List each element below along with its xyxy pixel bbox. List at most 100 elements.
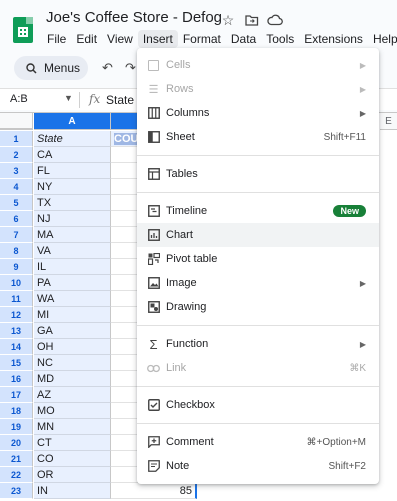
cell-state[interactable]: WA	[34, 291, 111, 307]
row-number[interactable]: 5	[0, 195, 33, 211]
cell-state[interactable]: FL	[34, 163, 111, 179]
row-number[interactable]: 22	[0, 467, 33, 483]
row-number[interactable]: 18	[0, 403, 33, 419]
cell-state[interactable]: OR	[34, 467, 111, 483]
cell-state[interactable]: GA	[34, 323, 111, 339]
menu-help[interactable]: Help	[368, 30, 397, 48]
row-number[interactable]: 6	[0, 211, 33, 227]
column-header-a[interactable]: A	[34, 113, 111, 130]
move-folder-icon[interactable]	[244, 12, 260, 28]
menu-item-timeline[interactable]: Timeline New	[137, 199, 379, 223]
star-icon[interactable]: ☆	[220, 12, 236, 28]
cell-state[interactable]: AZ	[34, 387, 111, 403]
menu-item-pivot-table[interactable]: Pivot table	[137, 247, 379, 271]
menu-item-image[interactable]: Image ▶	[137, 271, 379, 295]
cell-state[interactable]: VA	[34, 243, 111, 259]
cell-state[interactable]: MA	[34, 227, 111, 243]
shortcut-label: Shift+F2	[328, 460, 366, 472]
menu-item-label: Link	[166, 362, 187, 374]
menu-item-note[interactable]: Note Shift+F2	[137, 454, 379, 478]
row-number[interactable]: 14	[0, 339, 33, 355]
cell-count[interactable]: 85	[111, 483, 197, 499]
menu-bar: File Edit View Insert Format Data Tools …	[42, 30, 397, 48]
menus-search-label: Menus	[44, 61, 81, 75]
menu-item-drawing[interactable]: Drawing	[137, 295, 379, 319]
menu-file[interactable]: File	[42, 30, 71, 48]
menu-item-columns[interactable]: Columns ▶	[137, 101, 379, 125]
menu-item-label: Tables	[166, 168, 198, 180]
cell-state[interactable]: NJ	[34, 211, 111, 227]
search-icon	[26, 62, 37, 74]
menu-item-link[interactable]: Link ⌘K	[137, 356, 379, 380]
cell-state[interactable]: NC	[34, 355, 111, 371]
menu-item-label: Function	[166, 338, 209, 350]
redo-icon[interactable]: ↷	[125, 60, 136, 76]
cell-state[interactable]: CT	[34, 435, 111, 451]
columns-icon	[147, 107, 160, 120]
select-all-corner[interactable]	[0, 113, 33, 130]
row-number[interactable]: 1	[0, 131, 33, 147]
cell-state[interactable]: NY	[34, 179, 111, 195]
row-number[interactable]: 7	[0, 227, 33, 243]
menu-divider	[137, 325, 379, 326]
row-number[interactable]: 23	[0, 483, 33, 499]
cell-state[interactable]: OH	[34, 339, 111, 355]
menu-item-comment[interactable]: Comment ⌘+Option+M	[137, 430, 379, 454]
cell-state[interactable]: PA	[34, 275, 111, 291]
menu-item-chart[interactable]: Chart	[137, 223, 379, 247]
menu-item-checkbox[interactable]: Checkbox	[137, 393, 379, 417]
cell-state[interactable]: CO	[34, 451, 111, 467]
row-number[interactable]: 11	[0, 291, 33, 307]
menu-data[interactable]: Data	[226, 30, 261, 48]
column-header-e[interactable]: E	[380, 113, 397, 130]
row-number[interactable]: 19	[0, 419, 33, 435]
undo-icon[interactable]: ↶	[102, 60, 113, 76]
formula-input[interactable]: State	[106, 93, 134, 107]
row-number[interactable]: 10	[0, 275, 33, 291]
menu-insert[interactable]: Insert	[137, 30, 178, 48]
row-number[interactable]: 15	[0, 355, 33, 371]
cell-state[interactable]: CA	[34, 147, 111, 163]
row-number[interactable]: 20	[0, 435, 33, 451]
row-number[interactable]: 16	[0, 371, 33, 387]
menu-tools[interactable]: Tools	[261, 30, 299, 48]
row-number[interactable]: 17	[0, 387, 33, 403]
row-number[interactable]: 13	[0, 323, 33, 339]
menu-format[interactable]: Format	[178, 30, 226, 48]
menu-item-rows[interactable]: ☰ Rows ▶	[137, 77, 379, 101]
menu-item-label: Cells	[166, 59, 191, 71]
menu-item-tables[interactable]: Tables	[137, 162, 379, 186]
cell-state[interactable]: IN	[34, 483, 111, 499]
menu-item-label: Timeline	[166, 205, 208, 217]
cell-state[interactable]: State	[34, 131, 111, 147]
row-number[interactable]: 9	[0, 259, 33, 275]
menu-item-sheet[interactable]: Sheet Shift+F11	[137, 125, 379, 149]
menu-extensions[interactable]: Extensions	[299, 30, 368, 48]
cell-state[interactable]: MI	[34, 307, 111, 323]
row-number[interactable]: 12	[0, 307, 33, 323]
pivot-table-icon	[147, 253, 160, 266]
cell-state[interactable]: MN	[34, 419, 111, 435]
menu-item-cells[interactable]: Cells ▶	[137, 53, 379, 77]
fx-icon: fx	[89, 92, 101, 106]
row-number[interactable]: 2	[0, 147, 33, 163]
document-title[interactable]: Joe's Coffee Store - Defog	[46, 9, 222, 26]
menu-edit[interactable]: Edit	[71, 30, 102, 48]
cloud-status-icon[interactable]	[267, 12, 283, 28]
row-number[interactable]: 3	[0, 163, 33, 179]
cell-state[interactable]: MO	[34, 403, 111, 419]
chevron-down-icon[interactable]: ▼	[64, 93, 73, 103]
row-number[interactable]: 8	[0, 243, 33, 259]
row-number[interactable]: 4	[0, 179, 33, 195]
row-number[interactable]: 21	[0, 451, 33, 467]
menu-view[interactable]: View	[102, 30, 138, 48]
menu-item-label: Comment	[166, 436, 214, 448]
rows-icon: ☰	[148, 83, 159, 96]
menus-search-button[interactable]: Menus	[14, 56, 88, 80]
sheets-logo-icon[interactable]	[13, 17, 33, 43]
menu-item-function[interactable]: Σ Function ▶	[137, 332, 379, 356]
cell-state[interactable]: IL	[34, 259, 111, 275]
name-box[interactable]: A:B	[10, 93, 28, 105]
cell-state[interactable]: TX	[34, 195, 111, 211]
cell-state[interactable]: MD	[34, 371, 111, 387]
